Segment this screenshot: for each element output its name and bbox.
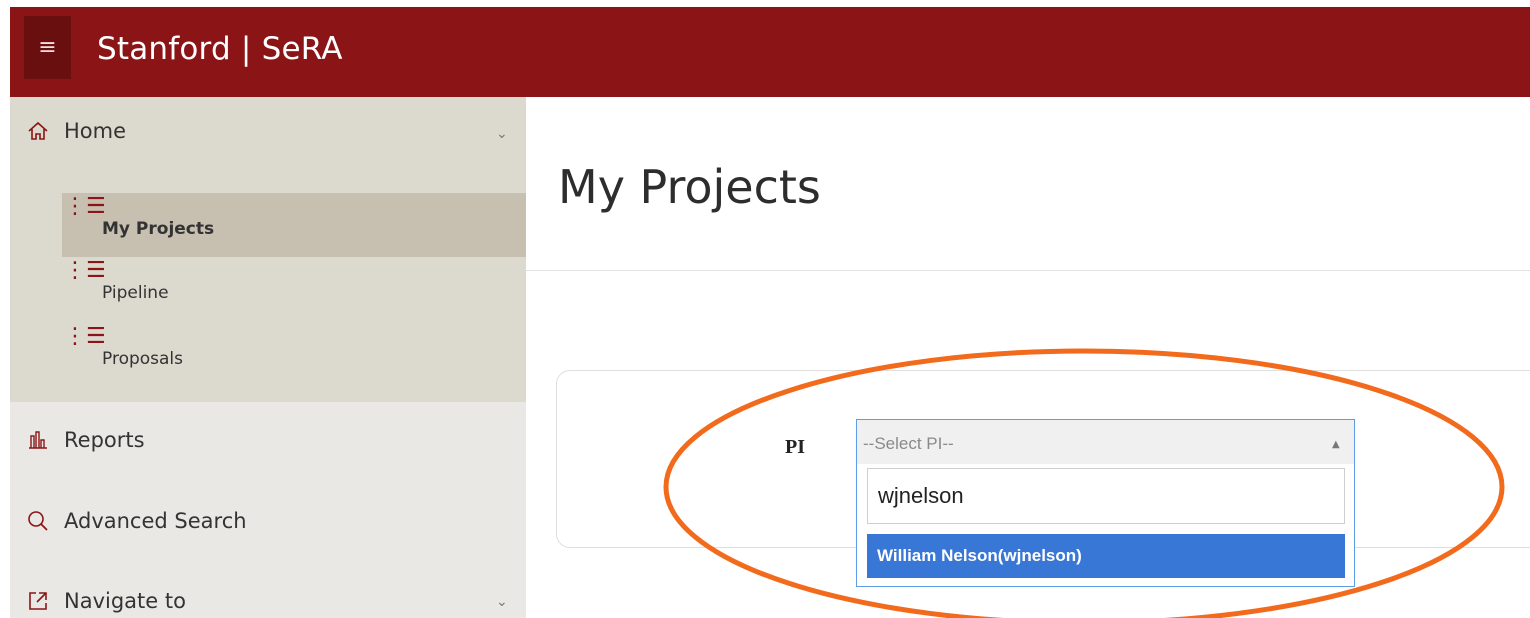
external-link-icon xyxy=(20,590,56,612)
sidebar-item-label: Reports xyxy=(64,428,145,452)
sidebar-item-my-projects[interactable]: ⋮☰ My Projects xyxy=(62,193,526,257)
bar-chart-icon xyxy=(20,431,56,449)
sidebar-item-pipeline[interactable]: ⋮☰ Pipeline xyxy=(62,257,526,321)
chevron-down-icon[interactable]: ⌄ xyxy=(496,126,508,142)
select-placeholder: --Select PI-- xyxy=(863,434,954,453)
top-bar: ≡ Stanford | SeRA xyxy=(0,0,1530,97)
sidebar-item-label: My Projects xyxy=(102,219,215,239)
home-nav-group: Home ⌄ ⋮☰ My Projects ⋮☰ Pipeline ⋮☰ Pro… xyxy=(10,97,526,402)
pi-search-input[interactable] xyxy=(867,468,1345,524)
caret-up-icon[interactable]: ▲ xyxy=(1332,439,1340,450)
sidebar-item-proposals[interactable]: ⋮☰ Proposals xyxy=(62,323,526,387)
sidebar-item-reports[interactable]: Reports xyxy=(10,428,145,452)
chevron-down-icon[interactable]: ⌄ xyxy=(496,594,508,610)
pi-select[interactable]: --Select PI-- ▲ William Nelson(wjnelson) xyxy=(856,419,1355,587)
app-title[interactable]: Stanford | SeRA xyxy=(97,31,343,67)
hamburger-menu-button[interactable]: ≡ xyxy=(24,16,71,79)
sidebar: Home ⌄ ⋮☰ My Projects ⋮☰ Pipeline ⋮☰ Pro… xyxy=(10,97,526,618)
home-icon xyxy=(20,120,56,142)
title-divider xyxy=(526,270,1530,271)
pi-select-head[interactable]: --Select PI-- ▲ xyxy=(857,420,1354,464)
pi-option[interactable]: William Nelson(wjnelson) xyxy=(867,534,1345,578)
sidebar-item-label: Advanced Search xyxy=(64,509,247,533)
search-icon xyxy=(20,510,56,532)
list-icon: ⋮☰ xyxy=(64,324,106,349)
sidebar-item-navigate-to[interactable]: Navigate to xyxy=(10,589,186,613)
list-icon: ⋮☰ xyxy=(64,194,106,219)
sidebar-item-label: Proposals xyxy=(102,349,184,369)
pi-label: PI xyxy=(785,436,805,458)
sidebar-item-advanced-search[interactable]: Advanced Search xyxy=(10,509,247,533)
sidebar-item-home[interactable]: Home xyxy=(10,119,126,143)
header-bar: ≡ Stanford | SeRA xyxy=(10,7,1530,97)
page-title: My Projects xyxy=(558,160,821,214)
sidebar-item-label: Home xyxy=(64,119,127,143)
sidebar-item-label: Navigate to xyxy=(64,589,186,613)
numbered-list-icon: ⋮☰ xyxy=(64,258,106,283)
sidebar-item-label: Pipeline xyxy=(102,283,169,303)
hamburger-icon: ≡ xyxy=(38,35,57,60)
